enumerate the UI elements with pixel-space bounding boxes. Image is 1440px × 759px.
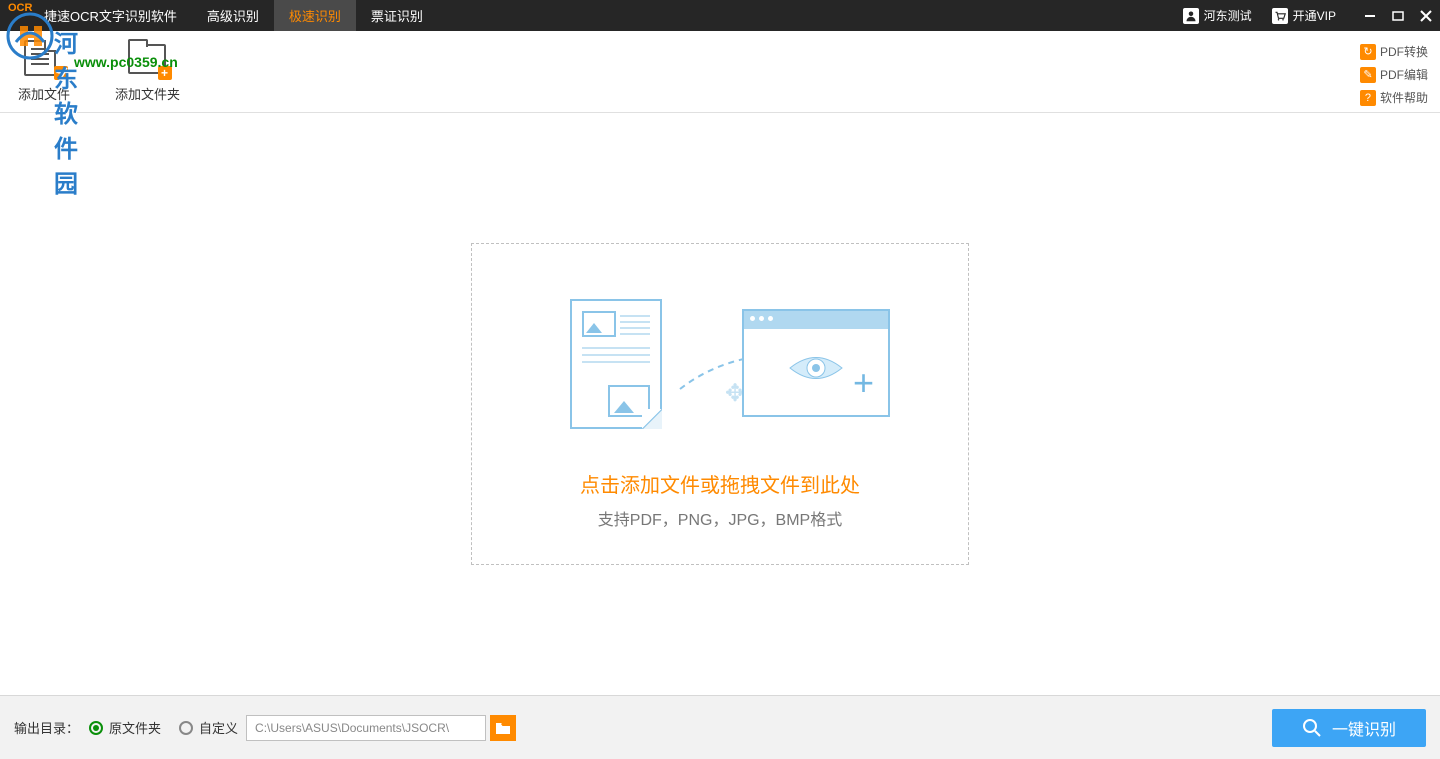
- close-button[interactable]: [1412, 0, 1440, 31]
- user-label: 河东测试: [1204, 7, 1252, 24]
- tab-fast[interactable]: 极速识别: [274, 0, 356, 31]
- recognize-label: 一键识别: [1332, 716, 1396, 740]
- link-help[interactable]: ? 软件帮助: [1360, 89, 1428, 106]
- convert-icon: ↻: [1360, 44, 1376, 60]
- eye-icon: [786, 351, 846, 385]
- folder-icon: [495, 721, 511, 735]
- vip-label: 开通VIP: [1293, 7, 1336, 24]
- minimize-button[interactable]: [1356, 0, 1384, 31]
- add-file-icon: +: [24, 40, 64, 78]
- link-pdf-edit-label: PDF编辑: [1380, 66, 1428, 83]
- add-file-label: 添加文件: [18, 84, 70, 103]
- add-folder-button[interactable]: + 添加文件夹: [115, 40, 180, 103]
- radio-custom-folder[interactable]: 自定义: [179, 718, 238, 737]
- add-folder-label: 添加文件夹: [115, 84, 180, 103]
- help-icon: ?: [1360, 90, 1376, 106]
- dropzone-title: 点击添加文件或拖拽文件到此处: [580, 469, 860, 498]
- titlebar: OCR 捷速OCR文字识别软件 高级识别 极速识别 票证识别 河东测试 开通VI…: [0, 0, 1440, 31]
- radio-custom-label: 自定义: [199, 718, 238, 737]
- recognize-button[interactable]: 一键识别: [1272, 709, 1426, 747]
- maximize-button[interactable]: [1384, 0, 1412, 31]
- edit-icon: ✎: [1360, 67, 1376, 83]
- output-dir-label: 输出目录：: [14, 718, 79, 737]
- tabs: 高级识别 极速识别 票证识别: [192, 0, 438, 31]
- radio-checked-icon: [89, 721, 103, 735]
- link-pdf-convert-label: PDF转换: [1380, 43, 1428, 60]
- dropzone[interactable]: ✥ + 点击添加文件或拖拽文件到此处 支持PDF，PNG，JPG，BMP格式: [471, 243, 969, 565]
- side-links: ↻ PDF转换 ✎ PDF编辑 ? 软件帮助: [1360, 43, 1428, 106]
- add-folder-icon: +: [128, 40, 168, 78]
- dropzone-subtitle: 支持PDF，PNG，JPG，BMP格式: [598, 506, 842, 530]
- cart-icon: [1272, 8, 1288, 24]
- link-pdf-edit[interactable]: ✎ PDF编辑: [1360, 66, 1428, 83]
- output-radio-group: 原文件夹 自定义: [89, 718, 238, 737]
- vip-button[interactable]: 开通VIP: [1262, 7, 1346, 24]
- link-pdf-convert[interactable]: ↻ PDF转换: [1360, 43, 1428, 60]
- user-icon: [1183, 8, 1199, 24]
- main-content: ✥ + 点击添加文件或拖拽文件到此处 支持PDF，PNG，JPG，BMP格式: [0, 113, 1440, 695]
- radio-original-label: 原文件夹: [109, 718, 161, 737]
- output-path-input[interactable]: [246, 715, 486, 741]
- browse-button[interactable]: [490, 715, 516, 741]
- add-file-button[interactable]: + 添加文件: [18, 40, 70, 103]
- footer: 输出目录： 原文件夹 自定义 一键识别: [0, 695, 1440, 759]
- toolbar: + 添加文件 + 添加文件夹 ↻ PDF转换 ✎ PDF编辑 ? 软件帮助: [0, 31, 1440, 113]
- link-help-label: 软件帮助: [1380, 89, 1428, 106]
- radio-original-folder[interactable]: 原文件夹: [89, 718, 161, 737]
- app-title: 捷速OCR文字识别软件: [44, 6, 177, 25]
- logo-small-text: OCR: [8, 2, 32, 14]
- window-controls: [1356, 0, 1440, 31]
- tab-advanced[interactable]: 高级识别: [192, 0, 274, 31]
- radio-unchecked-icon: [179, 721, 193, 735]
- user-button[interactable]: 河东测试: [1173, 7, 1262, 24]
- titlebar-right: 河东测试 开通VIP: [1173, 0, 1440, 31]
- tab-ticket[interactable]: 票证识别: [356, 0, 438, 31]
- dropzone-illustration: ✥ +: [520, 279, 920, 439]
- search-icon: [1302, 718, 1322, 738]
